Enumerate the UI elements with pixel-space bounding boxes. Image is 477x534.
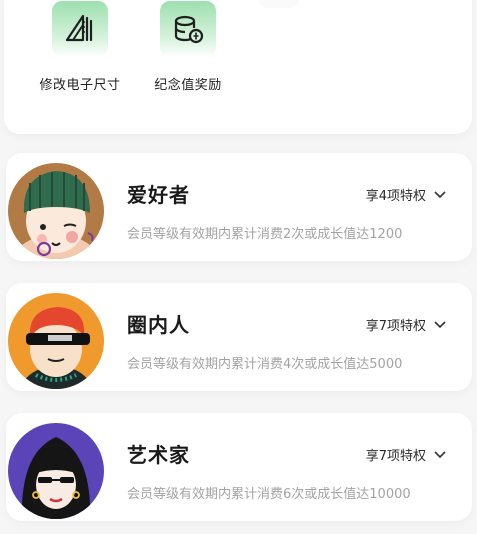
chevron-down-icon	[434, 320, 446, 328]
perks-count: 享7项特权	[365, 319, 426, 334]
benefit-label: 修改电子尺寸	[39, 78, 121, 93]
sunglasses-redhead-avatar	[6, 291, 106, 391]
level-requirement: 会员等级有效期内累计消费2次或成长值达1200	[127, 227, 403, 242]
benefit-label: 纪念值奖励	[154, 78, 222, 93]
level-requirement: 会员等级有效期内累计消费4次或成长值达5000	[127, 357, 403, 372]
partial-benefit-tile	[259, 0, 299, 8]
perks-count: 享7项特权	[365, 449, 426, 464]
ruler-triangle-icon	[52, 1, 108, 57]
level-title: 艺术家	[127, 443, 190, 467]
level-requirement: 会员等级有效期内累计消费6次或成长值达10000	[127, 487, 411, 502]
perks-count: 享4项特权	[365, 189, 426, 204]
level-card-insider[interactable]: 圈内人 享7项特权 会员等级有效期内累计消费4次或成长值达5000	[6, 283, 472, 391]
level-title: 圈内人	[127, 313, 190, 337]
chevron-down-icon	[434, 190, 446, 198]
level-card-artist[interactable]: 艺术家 享7项特权 会员等级有效期内累计消费6次或成长值达10000	[6, 413, 472, 521]
coins-stack-icon	[160, 1, 216, 57]
benefit-commemorative-reward[interactable]: 纪念值奖励	[128, 0, 248, 93]
chevron-down-icon	[434, 450, 446, 458]
level-title: 爱好者	[127, 183, 190, 207]
level-card-enthusiast[interactable]: 爱好者 享4项特权 会员等级有效期内累计消费2次或成长值达1200	[6, 153, 472, 261]
perks-toggle[interactable]: 享7项特权	[366, 445, 446, 464]
perks-toggle[interactable]: 享7项特权	[366, 315, 446, 334]
benefit-resize-size[interactable]: 修改电子尺寸	[20, 0, 140, 93]
perks-toggle[interactable]: 享4项特权	[366, 185, 446, 204]
benefits-card: 修改电子尺寸 纪念值奖励	[4, 0, 472, 134]
black-hair-purple-bg-avatar	[6, 421, 106, 521]
green-beanie-girl-avatar	[6, 161, 106, 261]
